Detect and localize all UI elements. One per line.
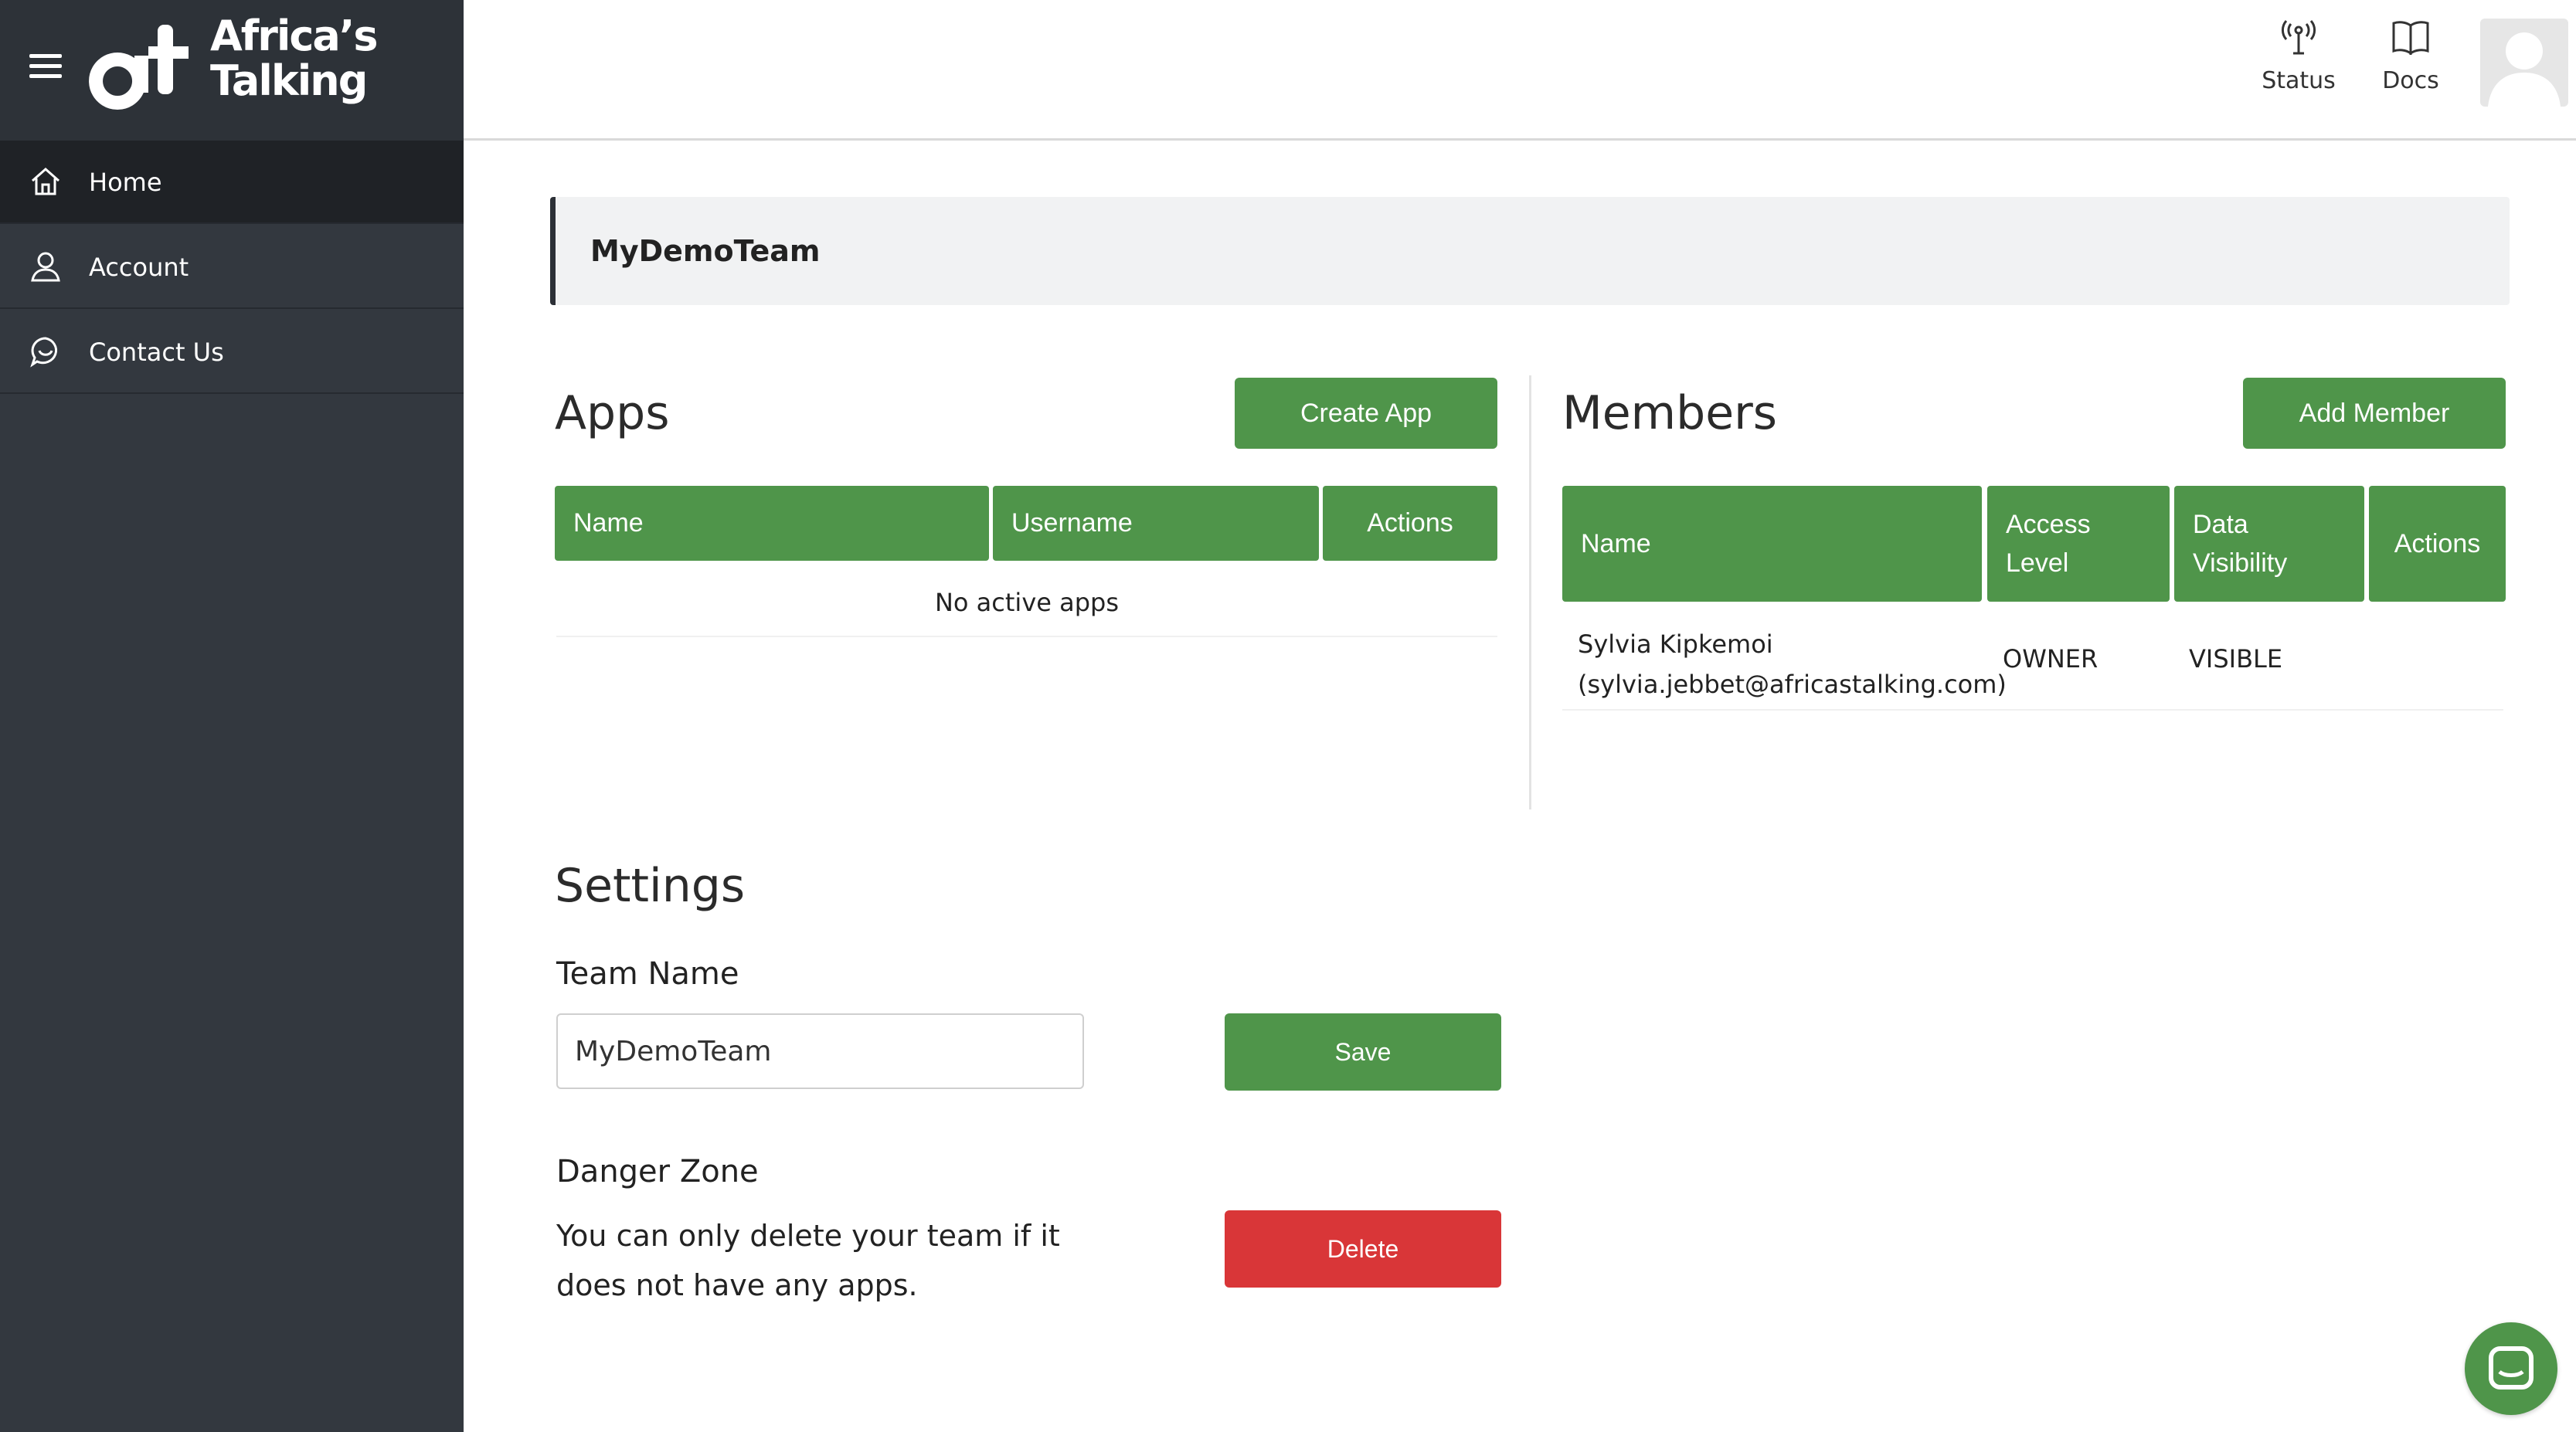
chat-icon (30, 337, 58, 368)
sidebar: Africa’s Talking Home Account Contact Us (0, 0, 464, 1432)
antenna-icon (2281, 20, 2316, 55)
section-divider (1529, 375, 1531, 809)
settings-title: Settings (555, 859, 746, 913)
team-name-banner: MyDemoTeam (550, 197, 2510, 305)
member-name: Sylvia Kipkemoi (1578, 629, 1773, 659)
status-button[interactable]: Status (2260, 19, 2337, 112)
members-title: Members (1562, 386, 1778, 440)
user-icon (31, 252, 60, 282)
book-icon (2392, 21, 2429, 55)
docs-label: Docs (2382, 67, 2439, 94)
status-label: Status (2262, 67, 2336, 94)
member-visibility: VISIBLE (2189, 644, 2283, 674)
avatar[interactable] (2480, 19, 2568, 107)
members-col-actions: Actions (2369, 486, 2506, 602)
sidebar-item-account[interactable]: Account (0, 226, 464, 309)
member-email: (sylvia.jebbet@africastalking.com) (1578, 670, 2007, 699)
chat-widget-button[interactable] (2465, 1322, 2557, 1415)
save-button[interactable]: Save (1225, 1013, 1501, 1091)
add-member-button[interactable]: Add Member (2243, 378, 2506, 449)
sidebar-item-home[interactable]: Home (0, 141, 464, 224)
sidebar-item-label: Account (89, 253, 189, 282)
apps-empty-row: No active apps (556, 575, 1497, 637)
apps-title: Apps (555, 386, 670, 440)
row-divider (1562, 709, 2503, 711)
chat-widget-icon (2489, 1346, 2534, 1390)
africas-talking-logo[interactable]: Africa’s Talking (87, 14, 379, 114)
docs-button[interactable]: Docs (2372, 19, 2449, 112)
members-col-access-level: Access Level (1987, 486, 2170, 602)
members-col-data-visibility: Data Visibility (2174, 486, 2364, 602)
danger-zone-text: You can only delete your team if it does… (556, 1219, 1060, 1302)
home-icon (32, 167, 59, 195)
delete-button[interactable]: Delete (1225, 1210, 1501, 1288)
logo-mark-icon (89, 25, 189, 110)
sidebar-item-label: Contact Us (89, 338, 224, 367)
hamburger-menu-icon[interactable] (29, 54, 62, 79)
members-col-name: Name (1562, 486, 1982, 602)
team-name-label: Team Name (556, 956, 739, 992)
apps-col-actions: Actions (1323, 486, 1497, 561)
apps-col-name: Name (555, 486, 989, 561)
danger-zone-title: Danger Zone (556, 1154, 759, 1189)
create-app-button[interactable]: Create App (1235, 378, 1497, 449)
sidebar-item-contact-us[interactable]: Contact Us (0, 310, 464, 394)
brand-bar: Africa’s Talking (0, 0, 464, 141)
logo-text: Africa’s Talking (210, 12, 379, 105)
apps-col-username: Username (993, 486, 1319, 561)
member-name-cell: Sylvia Kipkemoi (sylvia.jebbet@africasta… (1578, 624, 2007, 704)
user-avatar-icon (2488, 32, 2561, 107)
member-access-level: OWNER (2003, 644, 2099, 674)
team-name-input[interactable] (556, 1013, 1084, 1089)
top-header: Status Docs (464, 0, 2576, 141)
team-title: MyDemoTeam (590, 234, 821, 268)
sidebar-item-label: Home (89, 168, 162, 197)
